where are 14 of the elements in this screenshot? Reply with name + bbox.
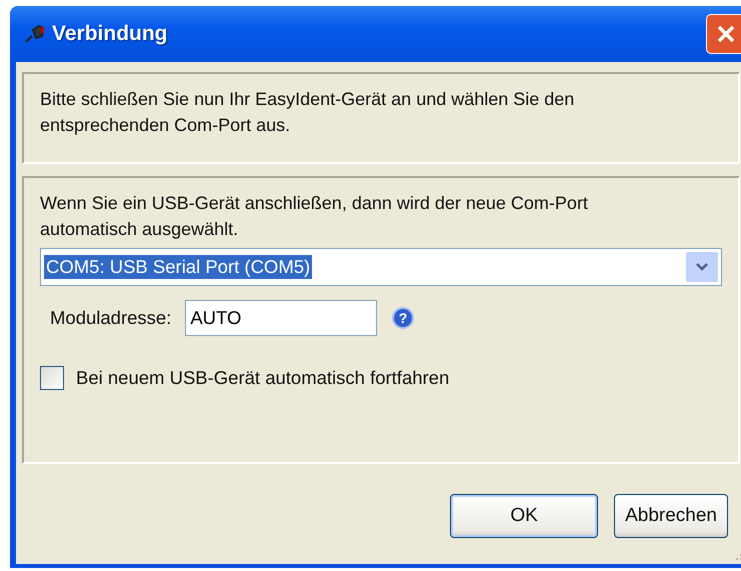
ok-button[interactable]: OK xyxy=(450,494,598,538)
port-dropdown[interactable]: COM5: USB Serial Port (COM5) xyxy=(40,248,722,286)
close-button[interactable] xyxy=(706,14,741,54)
close-icon[interactable] xyxy=(715,23,737,45)
address-field[interactable]: AUTO xyxy=(185,300,378,336)
address-label: Moduladresse: xyxy=(50,307,172,329)
window-title: Verbindung xyxy=(52,22,168,46)
intro-text: Bitte schließen Sie nun Ihr EasyIdent-Gerät an und wählen Sie den entsprechenden Com-Port aus. xyxy=(40,88,576,137)
hint-text: Wenn Sie ein USB-Gerät anschließen, dann wird der neue Com-Port automatisch ausgewählt. xyxy=(40,192,589,241)
cancel-button[interactable]: Abbrechen xyxy=(614,494,728,538)
checkbox[interactable] xyxy=(40,366,64,390)
help-icon[interactable]: ? xyxy=(391,306,416,330)
checkbox-label: Bei neuem USB-Gerät automatisch fortfahren xyxy=(76,367,450,389)
plug-icon xyxy=(24,24,46,44)
